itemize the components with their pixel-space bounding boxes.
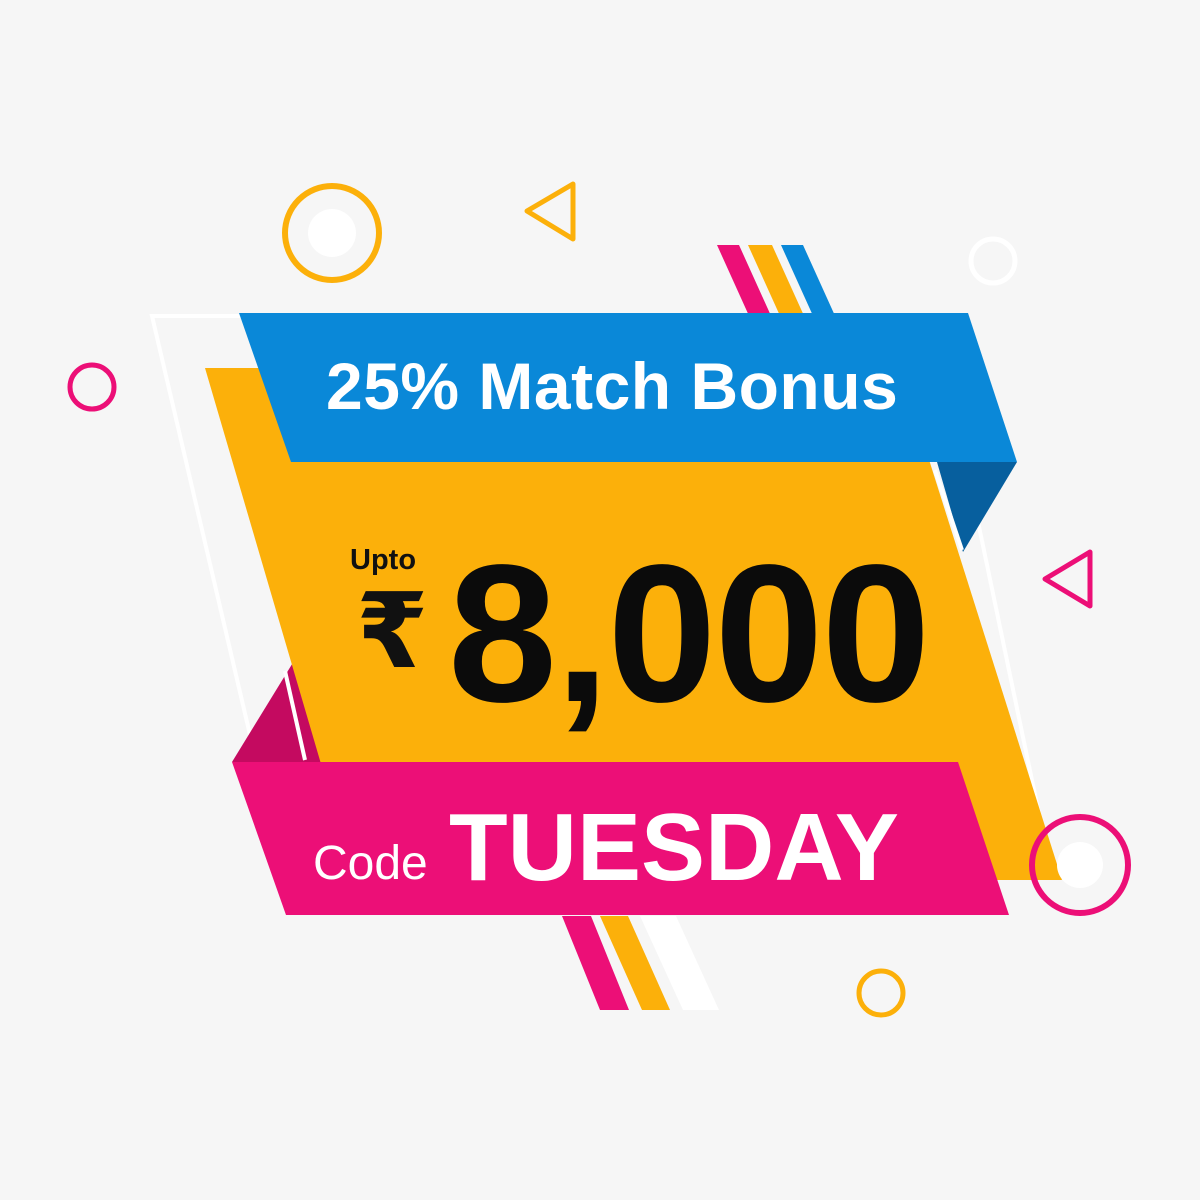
promo-banner: 25% Match Bonus Upto ₹ 8,000 Code TUESDA… bbox=[0, 0, 1200, 1200]
headline-text: 25% Match Bonus bbox=[326, 349, 899, 423]
rupee-symbol: ₹ bbox=[356, 574, 429, 690]
decor-ring-white bbox=[968, 236, 1018, 286]
decor-ring-yellow-bottom bbox=[856, 968, 906, 1018]
decor-circle-yellow-large bbox=[282, 183, 382, 283]
decor-triangle-yellow bbox=[524, 181, 576, 242]
decor-ring-pink-left bbox=[67, 362, 117, 412]
upto-label: Upto bbox=[350, 544, 417, 576]
decor-triangle-pink bbox=[1042, 549, 1093, 609]
code-label: Code bbox=[313, 837, 428, 890]
promo-code: TUESDAY bbox=[449, 794, 899, 901]
bonus-amount: 8,000 bbox=[448, 524, 930, 743]
